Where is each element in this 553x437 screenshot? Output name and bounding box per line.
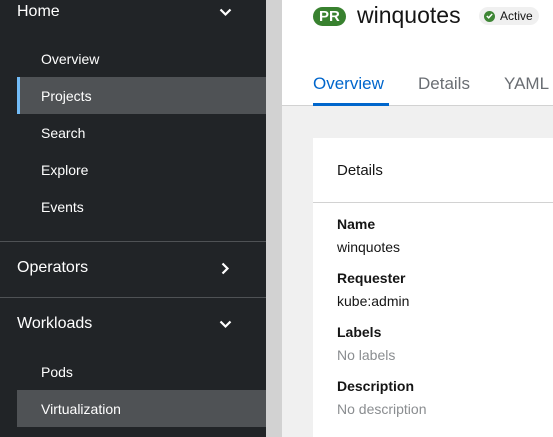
chevron-down-icon [218,5,232,19]
sidebar-item-label: Projects [41,87,92,104]
tab-bar: Overview Details YAML [282,66,553,106]
resource-type-badge: PR [313,7,346,26]
sidebar-item-events[interactable]: Events [17,188,266,225]
sidebar-item-projects[interactable]: Projects [17,77,266,114]
field-value-requester: kube:admin [337,293,410,309]
sidebar-item-label: Search [41,124,86,141]
card-divider [313,202,553,203]
sidebar-item-label: Pods [41,363,73,380]
field-label-description: Description [337,378,415,394]
sidebar-item-label: Explore [41,161,89,178]
nav-group-operators[interactable]: Operators [0,248,266,288]
chevron-right-icon [218,261,232,275]
status-text: Active [500,9,533,23]
check-circle-icon [484,10,495,22]
sidebar-item-search[interactable]: Search [17,114,266,151]
nav-group-workloads[interactable]: Workloads [0,304,266,344]
field-label-labels: Labels [337,324,382,340]
nav-group-home[interactable]: Home [0,0,266,32]
nav-group-workloads-label: Workloads [17,315,93,332]
active-tab-indicator [313,103,389,106]
main-content: PR winquotes Active Overview Details YAM… [282,0,553,437]
sidebar-nav: Home Overview Projects Search Explore Ev… [0,0,266,437]
tab-overview[interactable]: Overview [313,74,384,94]
details-card: Details Name winquotes Requester kube:ad… [313,138,553,437]
chevron-down-icon [218,317,232,331]
page-title: winquotes [357,2,461,28]
sidebar-item-pods[interactable]: Pods [17,353,266,390]
status-badge: Active [479,7,539,25]
field-value-name: winquotes [337,239,401,255]
sidebar-scrollbar-gutter [266,0,282,437]
sidebar-item-overview[interactable]: Overview [17,40,266,77]
field-label-name: Name [337,216,376,232]
sidebar-item-label: Virtualization [41,400,121,417]
field-value-labels: No labels [337,347,396,363]
sidebar-item-virtualization[interactable]: Virtualization [17,390,266,427]
field-label-requester: Requester [337,270,406,286]
app-root: Home Overview Projects Search Explore Ev… [0,0,553,437]
nav-group-operators-label: Operators [17,259,89,276]
sidebar-item-label: Events [41,198,84,215]
field-value-description: No description [337,401,427,417]
card-title: Details [337,162,383,179]
tab-yaml[interactable]: YAML [504,74,549,94]
nav-group-home-label: Home [17,3,60,20]
nav-divider [0,297,266,298]
sidebar-item-label: Overview [41,50,100,67]
nav-divider [0,241,266,242]
sidebar-item-explore[interactable]: Explore [17,151,266,188]
page-header: PR winquotes Active Overview Details YAM… [282,0,553,106]
tab-details[interactable]: Details [418,74,470,94]
